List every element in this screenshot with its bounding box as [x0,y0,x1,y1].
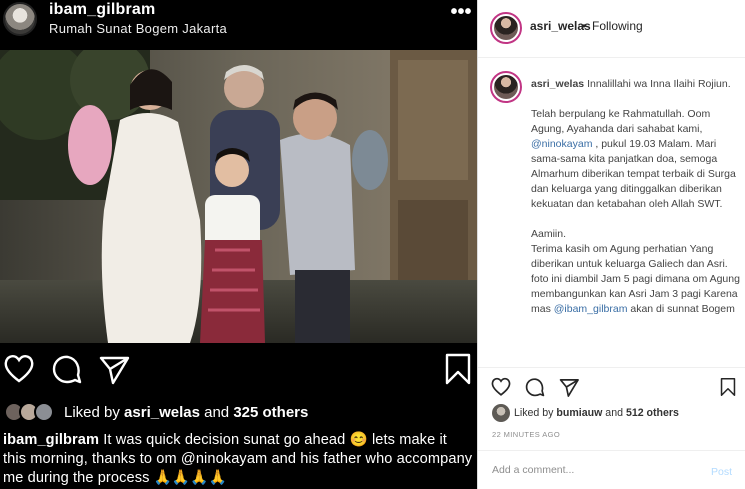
liked-by-text: Liked by bumiauw and 512 others [514,407,679,419]
caption-p1-text: Innalillahi wa Inna Ilaihi Rojiun. [587,78,731,90]
location[interactable]: Rumah Sunat Bogem Jakarta [49,21,227,36]
caption-p2-text: Telah berpulang ke Rahmatullah. Oom Agun… [531,108,711,135]
left-post-panel: ibam_gilbram Rumah Sunat Bogem Jakarta •… [0,0,477,489]
avatar [34,402,54,422]
liked-mid: and [605,407,623,419]
mention-link[interactable]: @ibam_gilbram [554,303,628,315]
photo-illustration [0,50,477,343]
right-post-panel: asri_welas • Following asri_welas Innali… [477,0,745,489]
caption-p3-text: Aamiin. Terima kasih om Agung perhatian … [531,228,740,315]
avatar[interactable] [490,12,522,44]
liked-user[interactable]: bumiauw [556,407,602,419]
more-options-icon[interactable]: ••• [446,2,476,26]
liked-avatars [4,402,60,424]
post-photo[interactable] [0,50,477,343]
following-button[interactable]: Following [592,19,643,33]
liked-by-text: Liked by asri_welas and 325 others [64,404,308,421]
liked-mid: and [204,404,230,421]
liked-prefix: Liked by [64,404,120,421]
post-actions [0,352,477,392]
username[interactable]: ibam_gilbram [49,1,155,19]
comment-input[interactable] [492,464,682,476]
caption-area: asri_welas Innalillahi wa Inna Ilaihi Ro… [478,59,745,365]
caption-username[interactable]: asri_welas [531,78,584,90]
share-paper-plane-icon[interactable] [558,376,580,398]
timestamp[interactable]: 22 MINUTES AGO [492,430,560,439]
post-caption: ibam_gilbram It was quick decision sunat… [3,431,473,488]
comment-icon[interactable] [50,352,84,386]
caption-p1: asri_welas Innalillahi wa Inna Ilaihi Ro… [531,77,743,92]
caption-p3-text-b: akan di sunnat Bogem [627,303,735,315]
save-bookmark-icon[interactable] [441,352,475,386]
avatar [492,404,510,422]
caption: asri_welas Innalillahi wa Inna Ilaihi Ro… [531,77,743,332]
comment-icon[interactable] [524,376,546,398]
mention-link[interactable]: @ninokayam [531,138,592,150]
liked-by-row[interactable]: Liked by asri_welas and 325 others [0,401,477,427]
header-separator: • [582,19,587,33]
liked-prefix: Liked by [514,407,554,419]
post-button[interactable]: Post [711,466,732,478]
liked-user[interactable]: asri_welas [124,404,200,421]
save-bookmark-icon[interactable] [718,376,738,398]
like-heart-icon[interactable] [490,376,512,398]
avatar[interactable] [3,2,37,36]
like-heart-icon[interactable] [2,352,36,386]
panel-header: asri_welas • Following [478,0,745,58]
caption-p3: Aamiin. Terima kasih om Agung perhatian … [531,227,743,317]
share-paper-plane-icon[interactable] [97,352,131,386]
avatar[interactable] [490,71,522,103]
panel-actions [478,367,745,407]
caption-p2: Telah berpulang ke Rahmatullah. Oom Agun… [531,107,743,212]
liked-count[interactable]: 512 others [626,407,679,419]
liked-count[interactable]: 325 others [233,404,308,421]
caption-username[interactable]: ibam_gilbram [3,432,99,448]
post-header: ibam_gilbram Rumah Sunat Bogem Jakarta •… [0,0,477,44]
comment-box: Post [478,450,745,489]
